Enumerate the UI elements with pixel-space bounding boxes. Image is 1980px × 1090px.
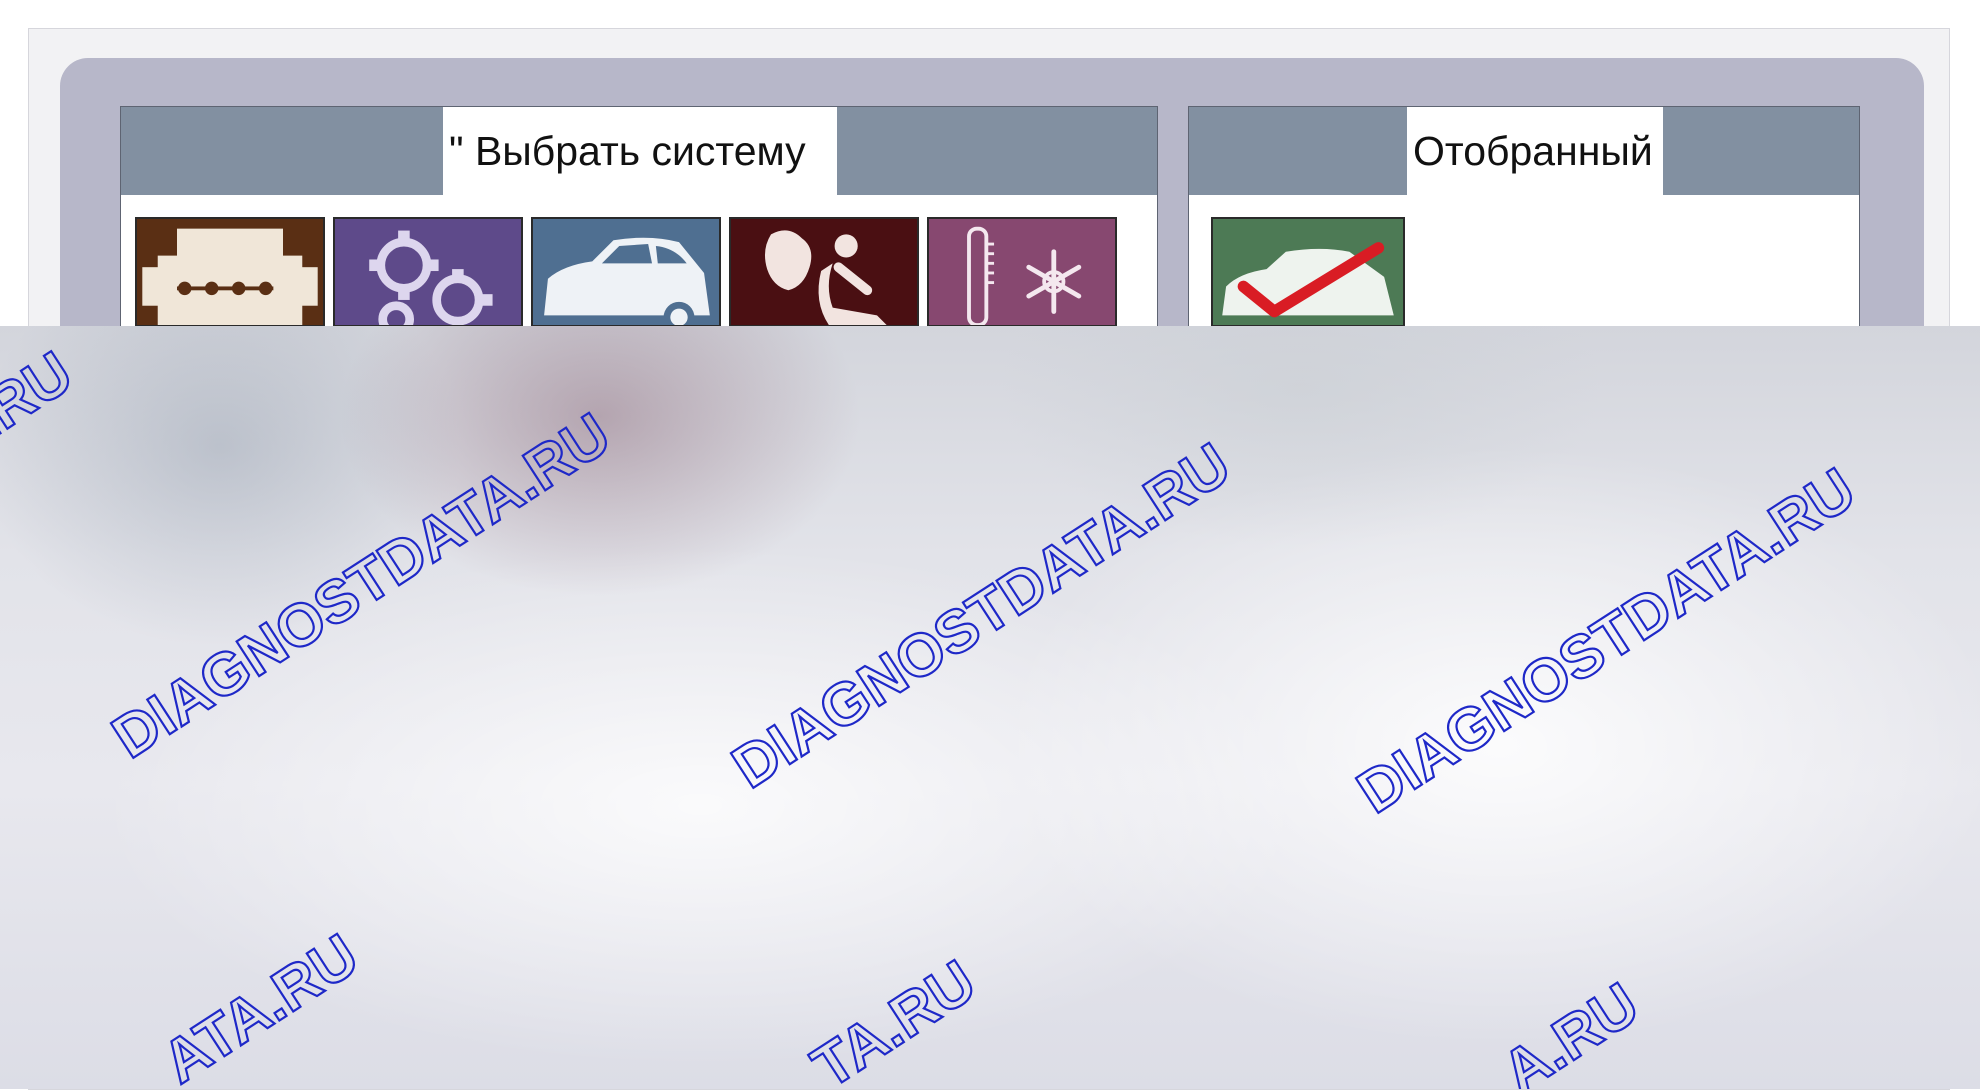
climate-control-icon[interactable] [927,217,1117,327]
system-icon-row [135,217,1117,327]
tab-select-system-label: " Выбрать систему [449,127,806,174]
selected-car-checkmark-icon[interactable] [1211,217,1405,327]
transmission-gears-icon[interactable] [333,217,523,327]
engine-icon[interactable] [135,217,325,327]
chassis-car-icon[interactable] [531,217,721,327]
selected-icon-row [1211,217,1405,327]
airbag-seat-icon[interactable] [729,217,919,327]
tab-select-system[interactable]: " Выбрать систему [443,107,837,195]
selected-header: Отобранный [1189,107,1859,195]
blurred-content-overlay [0,326,1980,1089]
tab-selected[interactable]: Отобранный [1407,107,1663,195]
select-system-header: " Выбрать систему [121,107,1157,195]
tab-selected-label: Отобранный [1413,127,1653,174]
